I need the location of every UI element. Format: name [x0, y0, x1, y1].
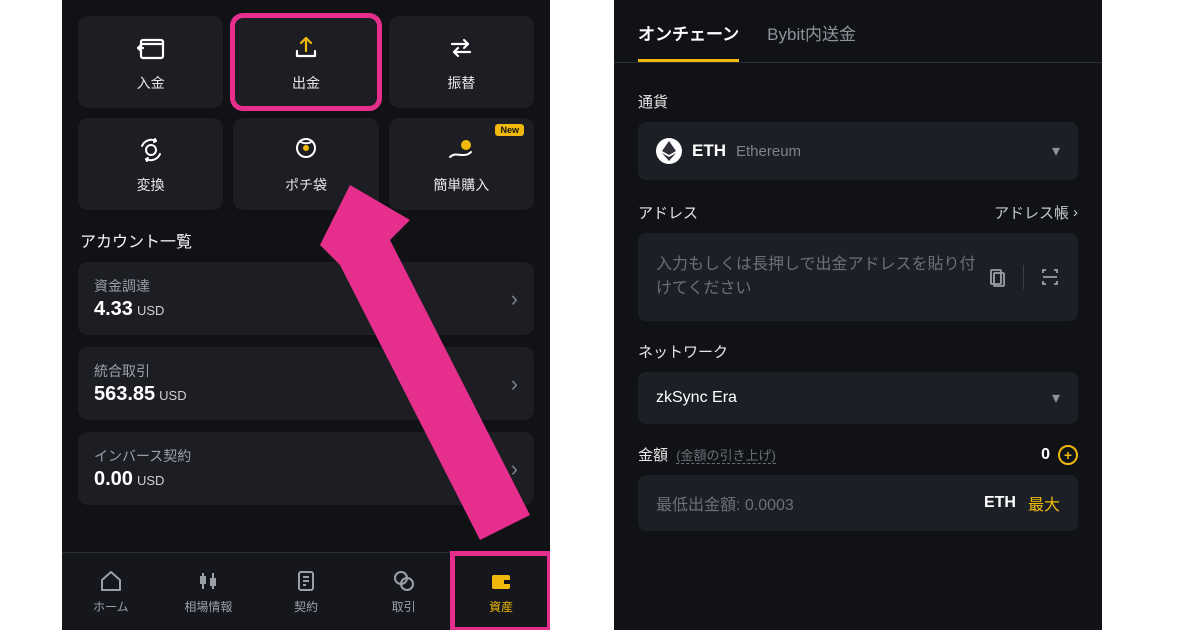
convert-button[interactable]: 変換	[78, 118, 223, 210]
wallet-icon	[489, 568, 513, 594]
currency-symbol: ETH	[692, 141, 726, 161]
account-unit: USD	[137, 473, 164, 488]
hand-coin-icon	[446, 133, 476, 167]
convert-icon	[137, 133, 165, 167]
home-icon	[99, 568, 123, 594]
address-label: アドレス	[638, 202, 698, 223]
account-value: 4.33	[94, 298, 133, 320]
amount-max-button[interactable]: 最大	[1028, 491, 1060, 515]
nav-trade[interactable]: 取引	[355, 553, 453, 630]
nav-label: ホーム	[93, 598, 129, 615]
currency-name: Ethereum	[736, 143, 801, 160]
nav-label: 契約	[294, 598, 318, 615]
withdraw-screen: オンチェーン Bybit内送金 通貨 ETH Ethereum ▾ アドレス ア…	[614, 0, 1102, 630]
account-list: 資金調達 4.33 USD › 統合取引 563.85 USD › インバース契約 …	[62, 262, 550, 505]
chevron-right-icon: ›	[511, 456, 518, 482]
pochibukuro-button[interactable]: ポチ袋	[233, 118, 378, 210]
chevron-right-icon: ›	[1073, 204, 1078, 221]
address-book-label: アドレス帳	[994, 202, 1069, 223]
account-unit: USD	[159, 388, 186, 403]
assets-screen: 入金 出金 振替	[62, 0, 550, 630]
account-name: 資金調達	[94, 276, 164, 296]
network-value: zkSync Era	[656, 389, 737, 407]
network-select[interactable]: zkSync Era ▾	[638, 372, 1078, 424]
account-name: 統合取引	[94, 361, 187, 381]
deposit-label: 入金	[137, 73, 165, 93]
candles-icon	[196, 568, 220, 594]
nav-contracts[interactable]: 契約	[257, 553, 355, 630]
chevron-down-icon: ▾	[1052, 388, 1060, 408]
amount-input[interactable]: 最低出金額: 0.0003 ETH 最大	[638, 475, 1078, 531]
tab-internal[interactable]: Bybit内送金	[767, 20, 856, 62]
nav-label: 資産	[489, 598, 513, 615]
currency-label: 通貨	[638, 91, 1078, 112]
account-row-unified[interactable]: 統合取引 563.85 USD ›	[78, 347, 534, 420]
network-label: ネットワーク	[638, 341, 1078, 362]
withdraw-form: 通貨 ETH Ethereum ▾ アドレス アドレス帳 › 入力もしくは長押し…	[614, 63, 1102, 531]
swap-horizontal-icon	[446, 31, 476, 65]
chevron-right-icon: ›	[511, 371, 518, 397]
withdraw-button[interactable]: 出金	[233, 16, 378, 108]
amount-value: 0	[1041, 446, 1050, 464]
nav-label: 相場情報	[184, 598, 232, 615]
address-placeholder: 入力もしくは長押しで出金アドレスを貼り付けてください	[656, 253, 987, 301]
gift-envelope-icon	[292, 133, 320, 167]
amount-sub[interactable]: (金額の引き上げ)	[676, 448, 776, 464]
address-input[interactable]: 入力もしくは長押しで出金アドレスを貼り付けてください	[638, 233, 1078, 321]
account-unit: USD	[137, 303, 164, 318]
withdraw-tabs: オンチェーン Bybit内送金	[614, 0, 1102, 63]
account-list-title: アカウント一覧	[62, 210, 550, 262]
amount-placeholder: 最低出金額: 0.0003	[656, 491, 794, 515]
action-grid: 入金 出金 振替	[62, 0, 550, 210]
increase-icon[interactable]: +	[1058, 445, 1078, 465]
convert-label: 変換	[137, 175, 165, 195]
chevron-down-icon: ▾	[1052, 141, 1060, 161]
account-row-funding[interactable]: 資金調達 4.33 USD ›	[78, 262, 534, 335]
withdraw-label: 出金	[292, 73, 320, 93]
coins-icon	[392, 568, 416, 594]
transfer-label: 振替	[447, 73, 475, 93]
new-badge: New	[495, 124, 524, 136]
easybuy-button[interactable]: New 簡単購入	[389, 118, 534, 210]
qr-scan-icon[interactable]	[1040, 267, 1060, 287]
currency-select[interactable]: ETH Ethereum ▾	[638, 122, 1078, 180]
divider	[1023, 265, 1024, 289]
account-value: 563.85	[94, 383, 155, 405]
amount-label: 金額	[638, 447, 668, 464]
nav-label: 取引	[392, 598, 416, 615]
easybuy-label: 簡単購入	[433, 175, 489, 195]
deposit-button[interactable]: 入金	[78, 16, 223, 108]
upload-icon	[291, 31, 321, 65]
nav-assets[interactable]: 資産	[452, 553, 550, 630]
bottom-nav: ホーム 相場情報 契約 取引 資産	[62, 552, 550, 630]
nav-markets[interactable]: 相場情報	[160, 553, 258, 630]
account-value: 0.00	[94, 468, 133, 490]
address-book-link[interactable]: アドレス帳 ›	[994, 202, 1078, 223]
tab-onchain[interactable]: オンチェーン	[638, 20, 739, 62]
transfer-button[interactable]: 振替	[389, 16, 534, 108]
document-icon	[294, 568, 318, 594]
wallet-in-icon	[136, 31, 166, 65]
nav-home[interactable]: ホーム	[62, 553, 160, 630]
pochibukuro-label: ポチ袋	[285, 175, 327, 195]
paste-icon[interactable]	[987, 267, 1007, 287]
account-row-inverse[interactable]: インバース契約 0.00 USD ›	[78, 432, 534, 505]
chevron-right-icon: ›	[511, 286, 518, 312]
amount-coin: ETH	[984, 494, 1016, 512]
account-name: インバース契約	[94, 446, 191, 466]
ethereum-icon	[656, 138, 682, 164]
